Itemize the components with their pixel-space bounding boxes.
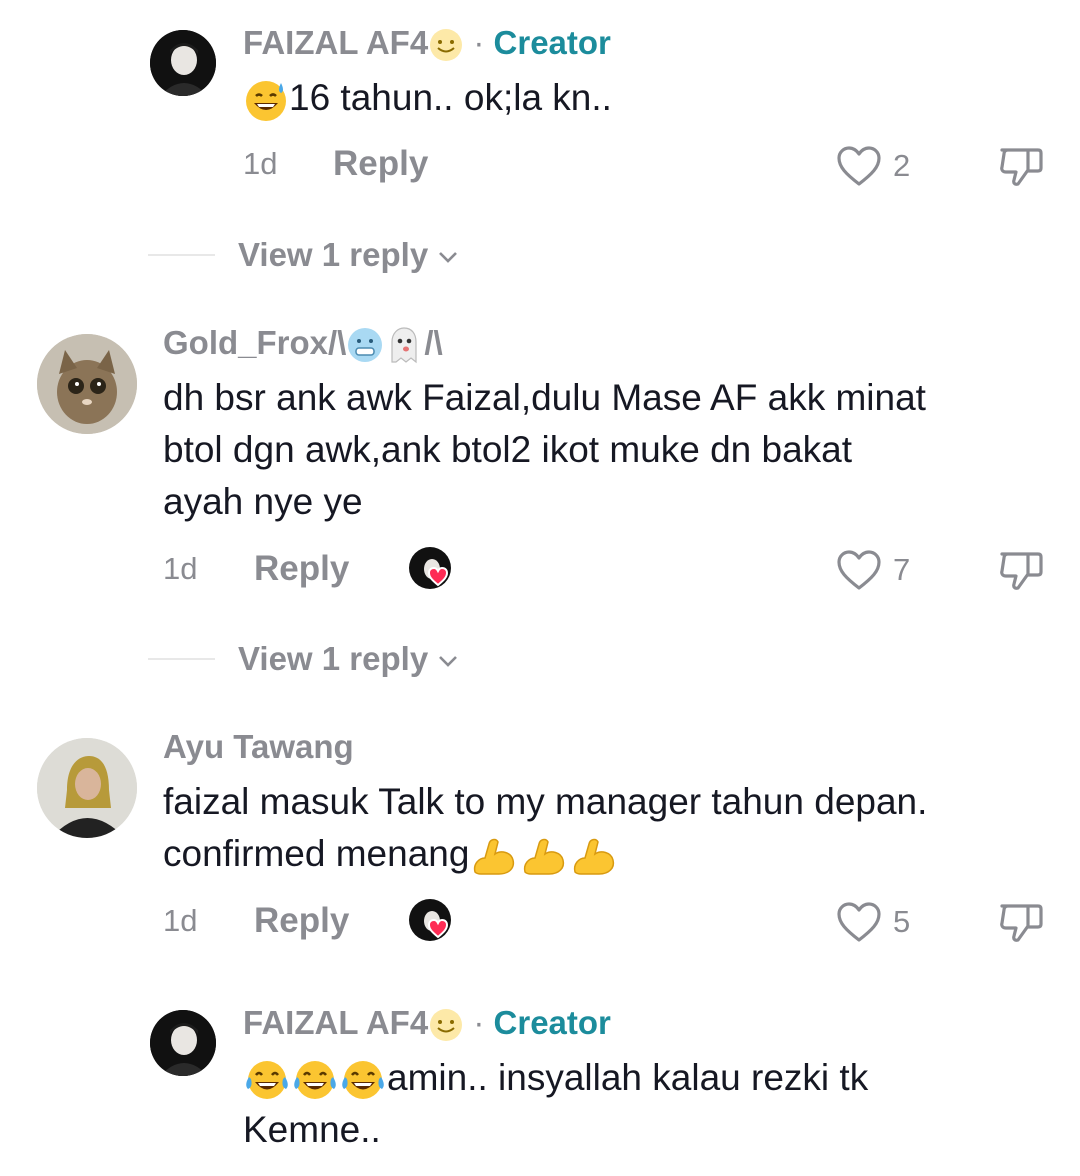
comment-text: Kemne..	[243, 1109, 381, 1150]
comment-text: btol dgn awk,ank btol2 ikot muke dn baka…	[163, 429, 853, 470]
comment-text: faizal masuk Talk to my manager tahun de…	[163, 781, 928, 822]
thumbs-down-icon[interactable]	[998, 900, 1044, 944]
chevron-down-icon	[439, 252, 458, 264]
smiling-face-icon	[430, 29, 463, 62]
flexed-biceps-emoji	[574, 839, 615, 875]
creator-liked-heart-icon	[409, 899, 451, 941]
like-count: 7	[893, 552, 911, 587]
view-replies-button[interactable]: View 1 reply	[238, 640, 459, 678]
badge-separator: ·	[473, 1004, 485, 1041]
like-count: 5	[893, 904, 911, 939]
creator-badge: Creator	[493, 24, 611, 61]
thumbs-down-icon[interactable]	[998, 144, 1044, 188]
flexed-biceps-emoji	[474, 839, 515, 875]
badge-separator: ·	[473, 24, 485, 61]
reply-button[interactable]: Reply	[254, 549, 349, 589]
comment-username[interactable]: FAIZAL AF4 · Creator	[243, 24, 611, 63]
avatar[interactable]	[37, 738, 137, 838]
divider-line	[148, 254, 215, 256]
heart-outline-icon[interactable]	[836, 901, 882, 943]
comment-time: 1d	[163, 551, 198, 586]
heart-outline-icon[interactable]	[836, 145, 882, 187]
comment-username[interactable]: Gold_Frox/\/\	[163, 324, 443, 364]
comment-text: amin.. insyallah kalau rezki tk	[243, 1052, 868, 1104]
smiling-face-icon	[430, 1009, 463, 1042]
creator-badge: Creator	[493, 1004, 611, 1041]
comment-text: dh bsr ank awk Faizal,dulu Mase AF akk m…	[163, 377, 926, 418]
avatar[interactable]	[150, 30, 216, 96]
flexed-biceps-emoji	[524, 839, 565, 875]
tears-of-joy-emoji	[246, 1061, 288, 1100]
comment-text: ayah nye ye	[163, 481, 363, 522]
chevron-down-icon	[439, 656, 458, 668]
tears-of-joy-emoji	[294, 1061, 336, 1100]
comment-time: 1d	[163, 903, 198, 938]
reply-button[interactable]: Reply	[254, 901, 349, 941]
tears-of-joy-emoji	[342, 1061, 384, 1100]
cold-face-icon	[348, 328, 383, 363]
comment-username[interactable]: FAIZAL AF4 · Creator	[243, 1004, 611, 1043]
comment-time: 1d	[243, 146, 278, 181]
heart-outline-icon[interactable]	[836, 549, 882, 591]
avatar[interactable]	[150, 1010, 216, 1076]
avatar[interactable]	[37, 334, 137, 434]
thumbs-down-icon[interactable]	[998, 548, 1044, 592]
divider-line	[148, 658, 215, 660]
comment-text: 16 tahun.. ok;la kn..	[243, 72, 612, 124]
reply-button[interactable]: Reply	[333, 144, 428, 184]
comment-username[interactable]: Ayu Tawang	[163, 728, 354, 766]
grinning-sweat-emoji	[246, 81, 286, 122]
creator-liked-heart-icon	[409, 547, 451, 589]
ghost-icon	[391, 327, 417, 364]
like-count: 2	[893, 148, 911, 183]
view-replies-button[interactable]: View 1 reply	[238, 236, 459, 274]
comment-text: confirmed menang	[163, 828, 619, 880]
